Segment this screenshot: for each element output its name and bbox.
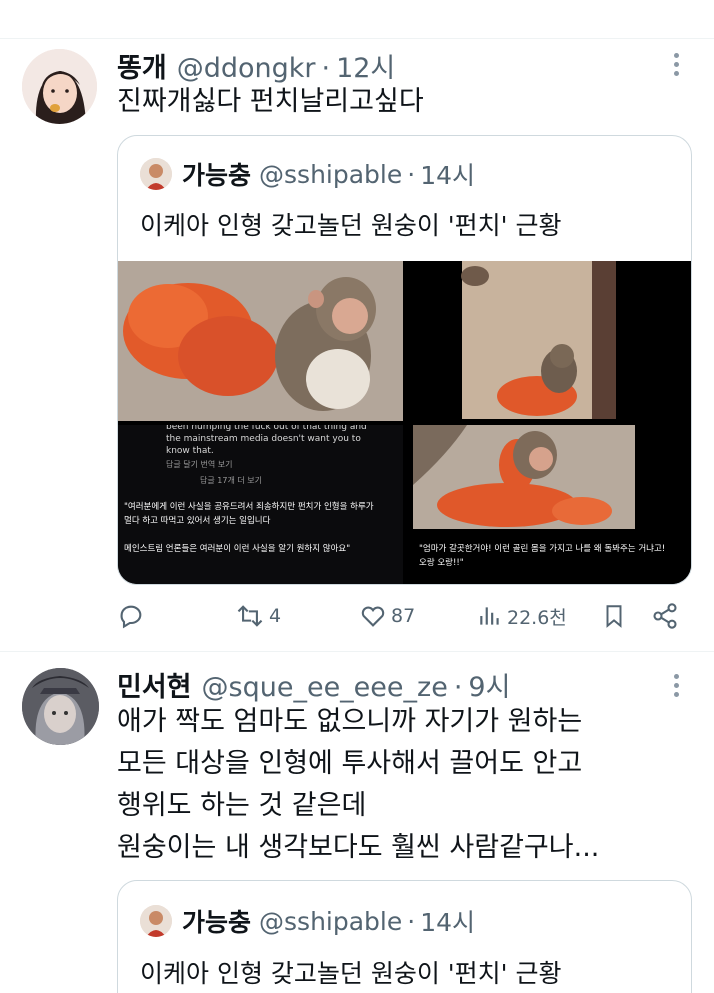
tweet-actions: 4 87 22.6천 [117, 598, 687, 638]
quote-display-name: 가능충 [182, 908, 252, 937]
views-button[interactable]: 22.6천 [477, 598, 567, 634]
quote-header: 가능충 @sshipable · 14시 [140, 903, 475, 939]
caption-ko-line-5: 오랑 오랑!!" [419, 558, 464, 568]
share-button[interactable] [651, 598, 679, 634]
reply-icon [120, 605, 142, 629]
quote-user-handle: @sshipable [259, 159, 403, 189]
media-image-1[interactable] [118, 261, 403, 421]
quote-avatar [140, 905, 172, 937]
quote-header: 가능충 @sshipable · 14시 [140, 156, 475, 192]
quote-avatar [140, 158, 172, 190]
media-image-2[interactable] [407, 261, 691, 421]
like-count: 87 [391, 605, 416, 627]
quoted-tweet[interactable]: 가능충 @sshipable · 14시 이케아 인형 갖고놀던 원숭이 '펀치… [117, 135, 692, 585]
media-grid[interactable]: been humping the fuck out of that thing … [118, 261, 691, 584]
timestamp[interactable]: 12시 [336, 46, 395, 85]
caption-meta-2: 답글 17개 더 보기 [200, 476, 262, 485]
monkey-near-wall-photo [407, 261, 691, 421]
caption-ko-line-2: 멀다 하고 따먹고 있어서 생기는 일입니다 [124, 516, 271, 526]
like-button[interactable]: 87 [359, 598, 415, 634]
quote-text: 이케아 인형 갖고놀던 원숭이 '펀치' 근황 [140, 211, 562, 240]
avatar-sque-ee-eee-ze[interactable] [22, 668, 99, 745]
retweet-icon [237, 605, 263, 627]
quote-separator-dot: · [407, 906, 416, 936]
quote-timestamp: 14시 [420, 161, 476, 190]
tweet-text-line-3: 행위도 하는 것 같은데 [117, 790, 367, 821]
quote-timestamp: 14시 [420, 908, 476, 937]
caption-ko-line-3: 메인스트림 언론들은 여러분이 이런 사실을 알기 원하지 않아요" [124, 544, 351, 554]
tweet-text-line-2: 모든 대상을 인형에 투사해서 끌어도 안고 [117, 748, 583, 779]
quote-separator-dot: · [407, 159, 416, 189]
tweet-header: 민서현 @sque_ee_eee_ze · 9시 [117, 665, 510, 704]
tweet-text-line-4: 원숭이는 내 생각보다도 훨씬 사람같구나... [117, 832, 600, 863]
caption-meta-1: 답글 달기 번역 보기 [166, 460, 233, 469]
quote-avatar-image [140, 158, 172, 190]
display-name[interactable]: 민서현 [117, 665, 192, 704]
share-icon [653, 603, 677, 629]
heart-icon [361, 606, 385, 627]
retweet-count: 4 [269, 605, 282, 627]
caption-en-line-2: the mainstream media doesn't want you to [166, 434, 361, 444]
quote-text: 이케아 인형 갖고놀던 원숭이 '펀치' 근황 [140, 959, 562, 988]
quote-display-name: 가능충 [182, 161, 252, 190]
caption-en-line-1: been humping the fuck out of that thing … [166, 425, 367, 432]
display-name[interactable]: 똥개 [117, 46, 167, 85]
tweet-header: 똥개 @ddongkr · 12시 [117, 46, 395, 85]
more-options-icon[interactable] [674, 53, 680, 76]
reply-button[interactable] [117, 598, 145, 634]
views-count: 22.6천 [507, 606, 567, 629]
avatar-image [22, 668, 99, 745]
quote-avatar-image [140, 905, 172, 937]
avatar-image [22, 49, 97, 124]
user-handle[interactable]: @sque_ee_eee_ze [202, 672, 448, 703]
views-icon [480, 607, 499, 625]
caption-ko-line-4: "엄마가 갈곳한거야! 이런 골린 몸을 가지고 나를 왜 돌봐주는 거냐고! [419, 544, 666, 554]
monkey-with-plush-photo [118, 261, 403, 421]
top-divider [0, 38, 714, 39]
user-handle[interactable]: @ddongkr [177, 53, 316, 84]
more-options-icon[interactable] [674, 674, 680, 697]
separator-dot: · [321, 53, 331, 84]
quote-user-handle: @sshipable [259, 906, 403, 936]
bookmark-button[interactable] [601, 598, 627, 634]
caption-ko-line-1: "여러분에게 이런 사실을 공유드려서 죄송하지만 펀치가 인형을 하루가 [124, 502, 374, 512]
media-image-3[interactable]: been humping the fuck out of that thing … [118, 425, 403, 584]
tweet-divider [0, 651, 714, 652]
quoted-tweet[interactable]: 가능충 @sshipable · 14시 이케아 인형 갖고놀던 원숭이 '펀치… [117, 880, 692, 993]
timestamp[interactable]: 9시 [468, 665, 510, 704]
tweet-text-line-1: 애가 짝도 엄마도 없으니까 자기가 원하는 [117, 706, 583, 737]
caption-en-line-3: know that. [166, 446, 214, 456]
bookmark-icon [606, 605, 622, 628]
retweet-button[interactable]: 4 [235, 598, 281, 634]
separator-dot: · [453, 672, 463, 703]
tweet-text: 진짜개싫다 펀치날리고싶다 [117, 86, 424, 117]
avatar-ddongkr[interactable] [22, 49, 97, 124]
media-image-4[interactable]: "엄마가 갈곳한거야! 이런 골린 몸을 가지고 나를 왜 돌봐주는 거냐고! … [407, 425, 691, 584]
